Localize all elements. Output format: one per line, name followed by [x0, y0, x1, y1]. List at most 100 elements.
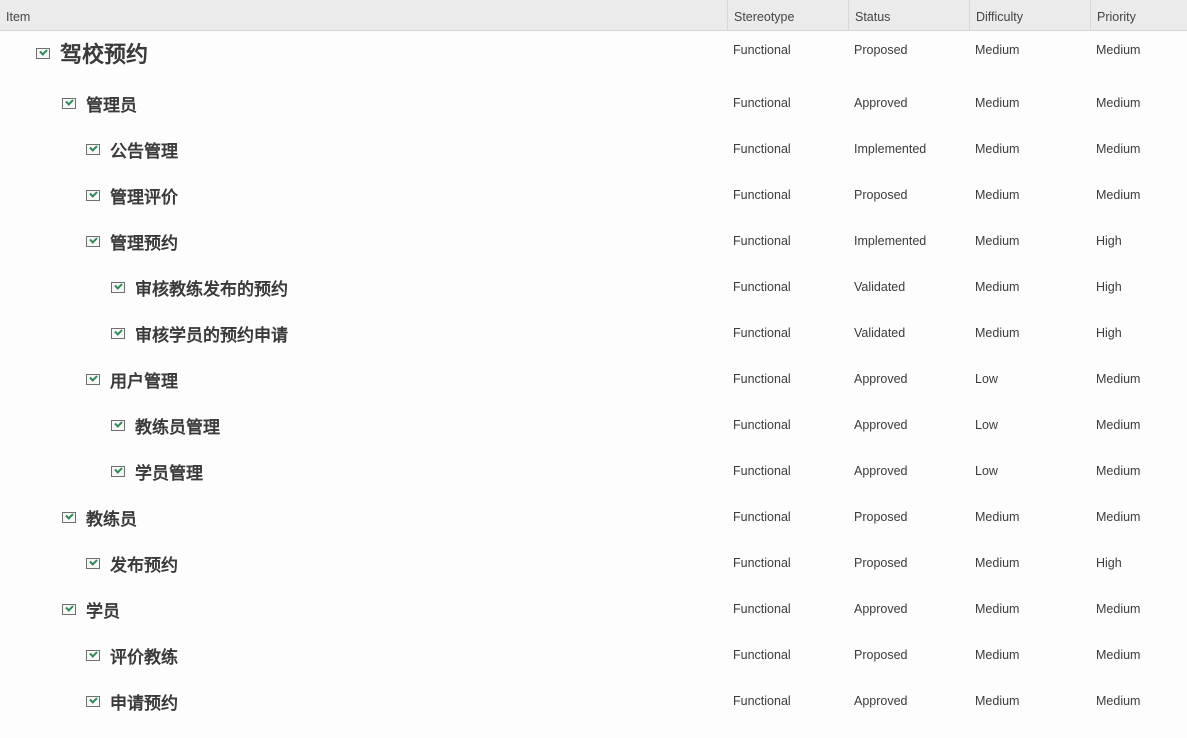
status-cell: Proposed	[854, 43, 908, 57]
stereotype-cell: Functional	[733, 142, 791, 156]
difficulty-cell: Medium	[975, 43, 1020, 57]
tree-row[interactable]: 审核教练发布的预约 Functional Validated Medium Hi…	[0, 264, 1187, 310]
priority-cell: Medium	[1096, 510, 1141, 524]
item-cell: 学员	[62, 586, 120, 632]
column-header-priority[interactable]: Priority	[1091, 0, 1187, 31]
item-cell: 驾校预约	[36, 31, 148, 75]
priority-cell: High	[1096, 280, 1122, 294]
tree-row[interactable]: 用户管理 Functional Approved Low Medium	[0, 356, 1187, 402]
item-name: 公告管理	[110, 141, 178, 162]
tree-row[interactable]: 评价教练 Functional Proposed Medium Medium	[0, 632, 1187, 678]
requirement-check-icon	[111, 327, 125, 339]
tree-row[interactable]: 公告管理 Functional Implemented Medium Mediu…	[0, 126, 1187, 172]
priority-cell: Medium	[1096, 648, 1141, 662]
difficulty-cell: Medium	[975, 326, 1020, 340]
requirement-check-icon	[62, 511, 76, 523]
status-cell: Approved	[854, 694, 908, 708]
priority-cell: Medium	[1096, 96, 1141, 110]
stereotype-cell: Functional	[733, 464, 791, 478]
stereotype-cell: Functional	[733, 43, 791, 57]
column-header-stereotype[interactable]: Stereotype	[728, 0, 849, 31]
item-cell: 发布预约	[86, 540, 178, 586]
status-cell: Approved	[854, 464, 908, 478]
item-name: 驾校预约	[60, 42, 149, 68]
stereotype-cell: Functional	[733, 280, 791, 294]
item-cell: 学员管理	[111, 448, 203, 494]
tree-row[interactable]: 驾校预约 Functional Proposed Medium Medium	[0, 31, 1187, 75]
requirement-check-icon	[86, 557, 100, 569]
item-name: 管理评价	[110, 187, 178, 208]
priority-cell: Medium	[1096, 602, 1141, 616]
requirement-check-icon	[111, 281, 125, 293]
item-cell: 教练员管理	[111, 402, 220, 448]
stereotype-cell: Functional	[733, 556, 791, 570]
priority-cell: Medium	[1096, 464, 1141, 478]
item-cell: 教练员	[62, 494, 137, 540]
item-name: 教练员管理	[135, 417, 220, 438]
column-header-item[interactable]: Item	[0, 0, 728, 31]
stereotype-cell: Functional	[733, 234, 791, 248]
tree-row[interactable]: 管理评价 Functional Proposed Medium Medium	[0, 172, 1187, 218]
status-cell: Approved	[854, 418, 908, 432]
item-name: 发布预约	[110, 555, 178, 576]
tree-row[interactable]: 申请预约 Functional Approved Medium Medium	[0, 678, 1187, 724]
item-name: 教练员	[86, 509, 137, 530]
tree-row[interactable]: 管理员 Functional Approved Medium Medium	[0, 80, 1187, 126]
stereotype-cell: Functional	[733, 326, 791, 340]
item-cell: 管理预约	[86, 218, 178, 264]
column-header-status[interactable]: Status	[849, 0, 970, 31]
difficulty-cell: Medium	[975, 694, 1020, 708]
item-cell: 评价教练	[86, 632, 178, 678]
difficulty-cell: Medium	[975, 510, 1020, 524]
item-name: 申请预约	[110, 693, 178, 714]
requirement-check-icon	[86, 695, 100, 707]
difficulty-cell: Low	[975, 372, 998, 386]
priority-cell: Medium	[1096, 372, 1141, 386]
requirements-grid: Item Stereotype Status Difficulty Priori…	[0, 0, 1187, 738]
priority-cell: High	[1096, 556, 1122, 570]
stereotype-cell: Functional	[733, 188, 791, 202]
requirement-check-icon	[62, 97, 76, 109]
tree-row[interactable]: 管理预约 Functional Implemented Medium High	[0, 218, 1187, 264]
stereotype-cell: Functional	[733, 602, 791, 616]
item-cell: 审核教练发布的预约	[111, 264, 288, 310]
item-cell: 申请预约	[86, 678, 178, 724]
difficulty-cell: Medium	[975, 142, 1020, 156]
tree-row[interactable]: 学员管理 Functional Approved Low Medium	[0, 448, 1187, 494]
item-name: 管理员	[86, 95, 137, 116]
item-cell: 用户管理	[86, 356, 178, 402]
status-cell: Proposed	[854, 188, 908, 202]
stereotype-cell: Functional	[733, 96, 791, 110]
column-header-bar: Item Stereotype Status Difficulty Priori…	[0, 0, 1187, 31]
tree-row[interactable]: 发布预约 Functional Proposed Medium High	[0, 540, 1187, 586]
tree-row[interactable]: 教练员管理 Functional Approved Low Medium	[0, 402, 1187, 448]
tree-row[interactable]: 学员 Functional Approved Medium Medium	[0, 586, 1187, 632]
stereotype-cell: Functional	[733, 418, 791, 432]
difficulty-cell: Medium	[975, 96, 1020, 110]
column-header-difficulty[interactable]: Difficulty	[970, 0, 1091, 31]
status-cell: Approved	[854, 602, 908, 616]
item-cell: 管理评价	[86, 172, 178, 218]
status-cell: Implemented	[854, 234, 927, 248]
tree-row[interactable]: 教练员 Functional Proposed Medium Medium	[0, 494, 1187, 540]
requirement-check-icon	[111, 465, 125, 477]
difficulty-cell: Medium	[975, 556, 1020, 570]
difficulty-cell: Low	[975, 418, 998, 432]
item-cell: 管理员	[62, 80, 137, 126]
requirement-check-icon	[86, 189, 100, 201]
requirement-check-icon	[62, 603, 76, 615]
requirement-check-icon	[86, 373, 100, 385]
priority-cell: Medium	[1096, 418, 1141, 432]
priority-cell: Medium	[1096, 188, 1141, 202]
requirement-check-icon	[111, 419, 125, 431]
item-name: 评价教练	[110, 647, 178, 668]
item-name: 学员管理	[135, 463, 203, 484]
priority-cell: Medium	[1096, 43, 1141, 57]
difficulty-cell: Medium	[975, 234, 1020, 248]
priority-cell: Medium	[1096, 694, 1141, 708]
tree-row[interactable]: 审核学员的预约申请 Functional Validated Medium Hi…	[0, 310, 1187, 356]
requirement-check-icon	[86, 649, 100, 661]
difficulty-cell: Medium	[975, 648, 1020, 662]
status-cell: Approved	[854, 96, 908, 110]
requirement-check-icon	[36, 47, 50, 59]
